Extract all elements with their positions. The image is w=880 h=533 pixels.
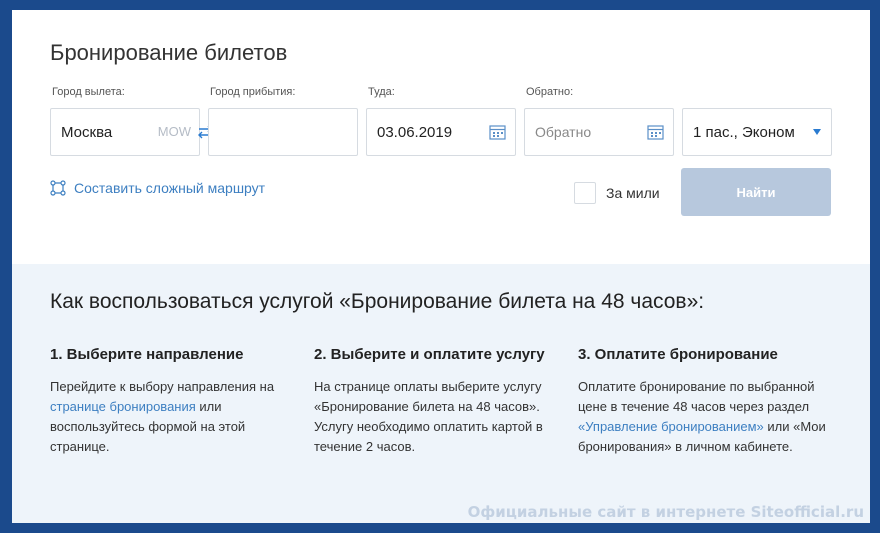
to-label: Город прибытия: bbox=[210, 86, 296, 98]
passengers-value: 1 пас., Эконом bbox=[693, 123, 795, 141]
step-3-text: Оплатите бронирование по выбранной цене … bbox=[578, 377, 828, 457]
step-3-text-start: Оплатите бронирование по выбранной цене … bbox=[578, 379, 815, 414]
booking-page-link[interactable]: странице бронирования bbox=[50, 399, 196, 414]
return-date-placeholder: Обратно bbox=[535, 124, 592, 140]
miles-label: За мили bbox=[606, 185, 660, 201]
step-2: 2. Выберите и оплатите услугу На страниц… bbox=[314, 344, 554, 457]
page-title: Бронирование билетов bbox=[50, 40, 288, 65]
miles-checkbox[interactable] bbox=[574, 182, 596, 204]
how-to-heading: Как воспользоваться услугой «Бронировани… bbox=[50, 290, 705, 313]
return-date-input[interactable]: Обратно bbox=[524, 108, 674, 156]
step-2-text: На странице оплаты выберите услугу «Брон… bbox=[314, 379, 543, 454]
step-1: 1. Выберите направление Перейдите к выбо… bbox=[50, 344, 290, 457]
step-2-title: 2. Выберите и оплатите услугу bbox=[314, 346, 545, 363]
from-city-value: Москва bbox=[61, 123, 113, 141]
step-3-title: 3. Оплатите бронирование bbox=[578, 346, 778, 363]
from-city-code: MOW bbox=[157, 124, 191, 139]
calendar-icon[interactable] bbox=[647, 124, 664, 140]
from-label: Город вылета: bbox=[52, 86, 125, 98]
to-city-input[interactable] bbox=[208, 108, 358, 156]
passengers-select[interactable]: 1 пас., Эконом bbox=[682, 108, 832, 156]
route-icon bbox=[50, 180, 66, 196]
return-label: Обратно: bbox=[526, 86, 574, 98]
complex-route-link[interactable]: Составить сложный маршрут bbox=[50, 180, 265, 196]
step-1-text: Перейдите к выбору направления на страни… bbox=[50, 377, 290, 457]
how-to-section: Как воспользоваться услугой «Бронировани… bbox=[12, 264, 870, 523]
chevron-down-icon bbox=[813, 129, 821, 135]
depart-date-value: 03.06.2019 bbox=[377, 123, 453, 141]
depart-label: Туда: bbox=[368, 86, 395, 98]
complex-route-label: Составить сложный маршрут bbox=[74, 180, 266, 196]
step-3: 3. Оплатите бронирование Оплатите бронир… bbox=[578, 344, 828, 457]
calendar-icon[interactable] bbox=[489, 124, 506, 140]
depart-date-input[interactable]: 03.06.2019 bbox=[366, 108, 516, 156]
miles-option[interactable]: За мили bbox=[574, 182, 660, 204]
from-city-input[interactable]: Москва MOW bbox=[50, 108, 200, 156]
booking-form: Бронирование билетов Город вылета: Город… bbox=[12, 10, 870, 264]
step-1-title: 1. Выберите направление bbox=[50, 346, 244, 363]
step-1-text-start: Перейдите к выбору направления на bbox=[50, 379, 275, 394]
page-frame: Бронирование билетов Город вылета: Город… bbox=[12, 10, 870, 523]
manage-booking-link[interactable]: «Управление бронированием» bbox=[578, 419, 764, 434]
find-button[interactable]: Найти bbox=[681, 168, 831, 216]
watermark: Официальные сайт в интернете Siteofficia… bbox=[467, 503, 864, 521]
